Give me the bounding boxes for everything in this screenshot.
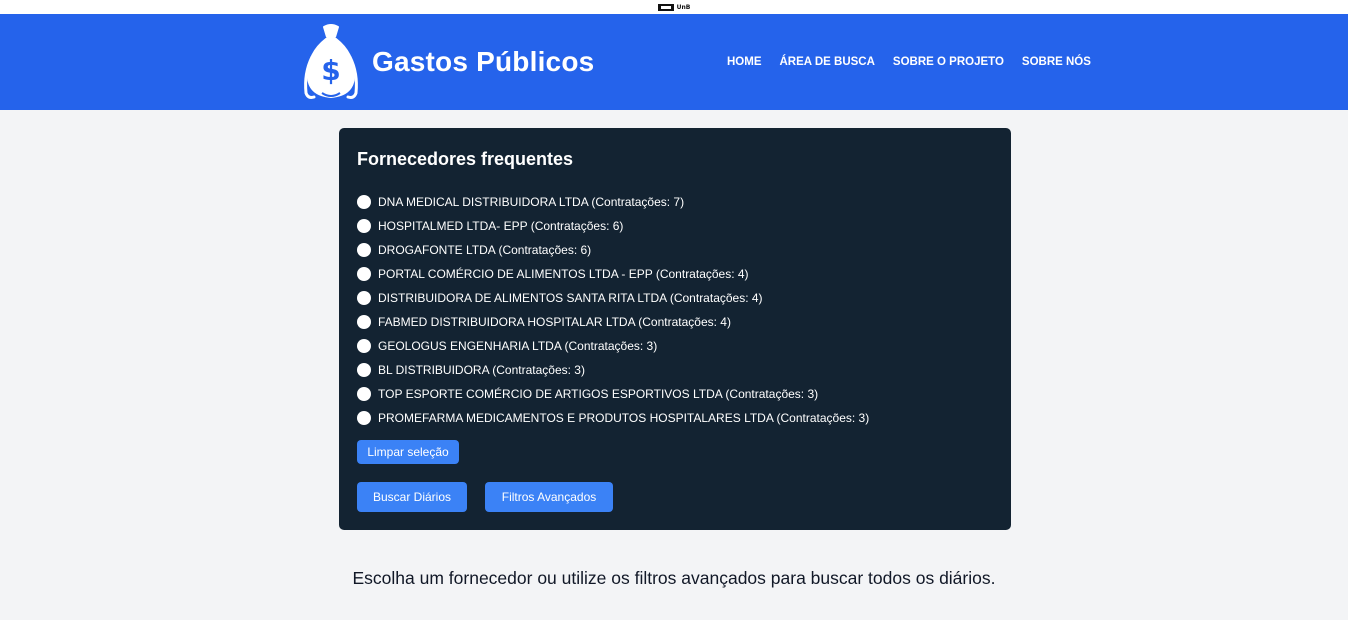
unb-logo-icon — [657, 3, 674, 11]
supplier-option[interactable]: DISTRIBUIDORA DE ALIMENTOS SANTA RITA LT… — [357, 286, 993, 310]
money-bag-icon: $ — [304, 24, 358, 99]
instruction-text: Escolha um fornecedor ou utilize os filt… — [352, 568, 996, 588]
nav-home[interactable]: HOME — [727, 56, 762, 68]
site-header: $ Gastos Públicos HOME ÁREA DE BUSCA SOB… — [0, 14, 1348, 110]
nav-search-area[interactable]: ÁREA DE BUSCA — [780, 56, 875, 68]
supplier-label: DISTRIBUIDORA DE ALIMENTOS SANTA RITA LT… — [378, 291, 763, 305]
main-nav: HOME ÁREA DE BUSCA SOBRE O PROJETO SOBRE… — [727, 56, 1091, 68]
supplier-label: PORTAL COMÉRCIO DE ALIMENTOS LTDA - EPP … — [378, 267, 749, 281]
supplier-label: GEOLOGUS ENGENHARIA LTDA (Contratações: … — [378, 339, 658, 353]
supplier-label: DNA MEDICAL DISTRIBUIDORA LTDA (Contrata… — [378, 195, 685, 209]
clear-selection-button[interactable]: Limpar seleção — [357, 440, 459, 464]
supplier-option[interactable]: GEOLOGUS ENGENHARIA LTDA (Contratações: … — [357, 334, 993, 358]
supplier-option[interactable]: PORTAL COMÉRCIO DE ALIMENTOS LTDA - EPP … — [357, 262, 993, 286]
radio-button[interactable] — [357, 411, 371, 425]
supplier-list: DNA MEDICAL DISTRIBUIDORA LTDA (Contrata… — [357, 190, 993, 430]
search-diaries-button[interactable]: Buscar Diários — [357, 482, 467, 512]
radio-button[interactable] — [357, 243, 371, 257]
card-title: Fornecedores frequentes — [357, 149, 574, 169]
site-title: Gastos Públicos — [372, 46, 595, 77]
radio-button[interactable] — [357, 387, 371, 401]
supplier-option[interactable]: BL DISTRIBUIDORA (Contratações: 3) — [357, 358, 993, 382]
supplier-option[interactable]: DROGAFONTE LTDA (Contratações: 6) — [357, 238, 993, 262]
radio-button[interactable] — [357, 267, 371, 281]
supplier-label: HOSPITALMED LTDA- EPP (Contratações: 6) — [378, 219, 624, 233]
radio-button[interactable] — [357, 363, 371, 377]
suppliers-card: Fornecedores frequentes DNA MEDICAL DIST… — [339, 128, 1011, 530]
radio-button[interactable] — [357, 195, 371, 209]
supplier-label: FABMED DISTRIBUIDORA HOSPITALAR LTDA (Co… — [378, 315, 731, 329]
radio-button[interactable] — [357, 219, 371, 233]
supplier-option[interactable]: DNA MEDICAL DISTRIBUIDORA LTDA (Contrata… — [357, 190, 993, 214]
supplier-option[interactable]: HOSPITALMED LTDA- EPP (Contratações: 6) — [357, 214, 993, 238]
nav-about-project[interactable]: SOBRE O PROJETO — [893, 56, 1004, 68]
svg-text:$: $ — [321, 54, 340, 87]
radio-button[interactable] — [357, 315, 371, 329]
supplier-label: DROGAFONTE LTDA (Contratações: 6) — [378, 243, 592, 257]
radio-button[interactable] — [357, 291, 371, 305]
top-strip: UnB — [0, 0, 1348, 14]
supplier-option[interactable]: FABMED DISTRIBUIDORA HOSPITALAR LTDA (Co… — [357, 310, 993, 334]
supplier-option[interactable]: PROMEFARMA MEDICAMENTOS E PRODUTOS HOSPI… — [357, 406, 993, 430]
supplier-label: PROMEFARMA MEDICAMENTOS E PRODUTOS HOSPI… — [378, 411, 870, 425]
unb-label: UnB — [676, 3, 691, 11]
supplier-label: TOP ESPORTE COMÉRCIO DE ARTIGOS ESPORTIV… — [378, 387, 819, 401]
nav-about-us[interactable]: SOBRE NÓS — [1022, 56, 1091, 68]
radio-button[interactable] — [357, 339, 371, 353]
supplier-label: BL DISTRIBUIDORA (Contratações: 3) — [378, 363, 585, 377]
supplier-option[interactable]: TOP ESPORTE COMÉRCIO DE ARTIGOS ESPORTIV… — [357, 382, 993, 406]
advanced-filters-button[interactable]: Filtros Avançados — [485, 482, 613, 512]
brand[interactable]: $ Gastos Públicos — [302, 23, 594, 101]
